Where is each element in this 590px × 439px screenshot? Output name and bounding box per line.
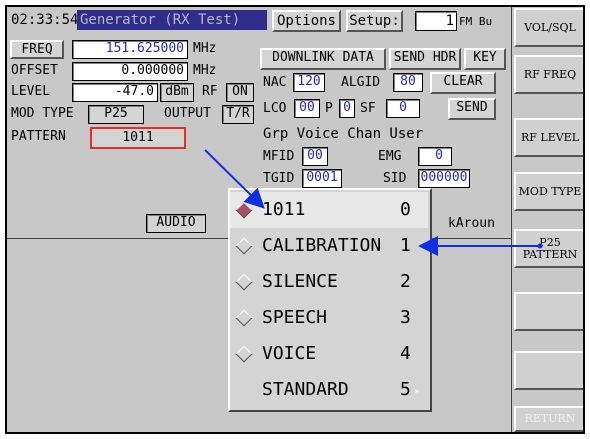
mod-type-value[interactable]: P25 <box>88 105 144 124</box>
truncated-label: kAroun <box>448 216 495 231</box>
setup-unit: FM Bu <box>459 15 493 28</box>
mode-title: Generator (RX Test) <box>77 10 267 30</box>
popup-item-number: 4 <box>400 343 411 364</box>
rf-level-softkey[interactable]: RF LEVEL <box>514 118 584 157</box>
clear-button[interactable]: CLEAR <box>430 72 496 94</box>
lco-value[interactable]: 00 <box>294 99 320 118</box>
p-value[interactable]: 0 <box>339 99 355 118</box>
lco-label: LCO <box>263 101 287 116</box>
popup-item-voice[interactable]: VOICE 4 <box>230 336 428 372</box>
title-bar: 02:33:54 Generator (RX Test) Options Set… <box>6 6 511 34</box>
freq-value[interactable]: 151.625000 <box>72 40 188 59</box>
mfid-label: MFID <box>263 149 295 164</box>
popup-item-label: 1011 <box>262 199 306 220</box>
rf-freq-softkey[interactable]: RF FREQ <box>514 55 584 94</box>
emg-value[interactable]: 0 <box>418 147 452 166</box>
sid-label: SID <box>383 171 407 186</box>
pattern-label: PATTERN <box>11 129 66 144</box>
algid-label: ALGID <box>341 75 381 90</box>
p25-pattern-line1: P25 <box>539 235 561 249</box>
tgid-label: TGID <box>263 171 295 186</box>
popup-item-number: 0 <box>400 199 411 220</box>
return-softkey[interactable]: RETURN <box>514 406 584 432</box>
p-label: P <box>325 101 333 116</box>
downlink-data-button[interactable]: DOWNLINK DATA <box>260 48 386 70</box>
diamond-icon <box>235 309 253 327</box>
rf-state[interactable]: ON <box>226 83 254 102</box>
diamond-icon <box>235 237 253 255</box>
level-value[interactable]: -47.0 <box>72 83 158 102</box>
more-arrow-icon: ▸ <box>414 384 421 397</box>
popup-item-label: SILENCE <box>262 271 338 292</box>
popup-item-speech[interactable]: SPEECH 3 <box>230 300 428 336</box>
popup-item-label: CALIBRATION <box>262 235 382 256</box>
popup-item-number: 3 <box>400 307 411 328</box>
mode-title-text: Generator (RX Test) <box>80 12 241 28</box>
sf-label: SF <box>360 101 376 116</box>
sf-value[interactable]: 0 <box>386 99 420 118</box>
popup-item-label: SPEECH <box>262 307 328 328</box>
freq-button[interactable]: FREQ <box>10 40 64 59</box>
audio-button[interactable]: AUDIO <box>146 214 206 233</box>
level-label: LEVEL <box>11 84 51 99</box>
sid-value[interactable]: 000000 <box>418 169 470 188</box>
nac-label: NAC <box>263 75 287 90</box>
popup-item-standard[interactable]: STANDARD 5 ▸ <box>230 372 428 408</box>
tgid-value[interactable]: 0001 <box>302 169 342 188</box>
offset-value[interactable]: 0.000000 <box>72 62 188 81</box>
selected-diamond-icon <box>235 201 253 219</box>
mfid-value[interactable]: 00 <box>302 147 328 166</box>
setup-button[interactable]: Setup: <box>346 10 403 32</box>
offset-label: OFFSET <box>11 63 58 78</box>
key-button[interactable]: KEY <box>464 48 506 70</box>
mod-type-softkey[interactable]: MOD TYPE <box>514 172 584 211</box>
softkey-column: VOL/SQL RF FREQ RF LEVEL MOD TYPE P25 PA… <box>511 6 584 433</box>
output-label: OUTPUT <box>164 106 211 121</box>
nac-value[interactable]: 120 <box>293 73 325 92</box>
popup-item-label: STANDARD <box>262 379 349 400</box>
level-unit[interactable]: dBm <box>160 83 194 102</box>
offset-unit: MHz <box>193 63 217 78</box>
p25-pattern-softkey[interactable]: P25 PATTERN <box>514 229 584 268</box>
emg-label: EMG <box>378 149 402 164</box>
send-hdr-button[interactable]: SEND HDR <box>389 48 461 70</box>
setup-value[interactable]: 1 <box>415 11 457 31</box>
blank-softkey-2[interactable] <box>514 351 584 390</box>
popup-item-number: 1 <box>400 235 411 256</box>
blank-softkey-1[interactable] <box>514 292 584 331</box>
popup-item-number: 5 <box>400 379 411 400</box>
popup-item-1011[interactable]: 1011 0 <box>230 192 428 228</box>
output-value[interactable]: T/R <box>222 105 254 124</box>
mod-type-label: MOD TYPE <box>11 106 74 121</box>
diamond-icon <box>235 345 253 363</box>
p25-pattern-line2: PATTERN <box>522 247 578 261</box>
return-label: RETURN <box>524 412 576 425</box>
diamond-icon <box>235 273 253 291</box>
rf-label: RF <box>202 84 218 99</box>
freq-unit: MHz <box>193 41 217 56</box>
pattern-value[interactable]: 1011 <box>90 127 186 149</box>
popup-item-number: 2 <box>400 271 411 292</box>
algid-value[interactable]: 80 <box>393 73 423 92</box>
pattern-popup-menu: 1011 0 CALIBRATION 1 SILENCE 2 SPEECH 3 … <box>228 188 432 412</box>
vol-sql-softkey[interactable]: VOL/SQL <box>514 8 584 47</box>
popup-item-calibration[interactable]: CALIBRATION 1 <box>230 228 428 264</box>
send-button[interactable]: SEND <box>448 98 496 120</box>
options-button[interactable]: Options <box>272 10 341 32</box>
clock: 02:33:54 <box>11 12 79 28</box>
popup-item-label: VOICE <box>262 343 317 364</box>
grp-voice-label: Grp Voice Chan User <box>263 126 424 142</box>
popup-item-silence[interactable]: SILENCE 2 <box>230 264 428 300</box>
left-panel: FREQ 151.625000 MHz OFFSET 0.000000 MHz … <box>6 38 256 238</box>
